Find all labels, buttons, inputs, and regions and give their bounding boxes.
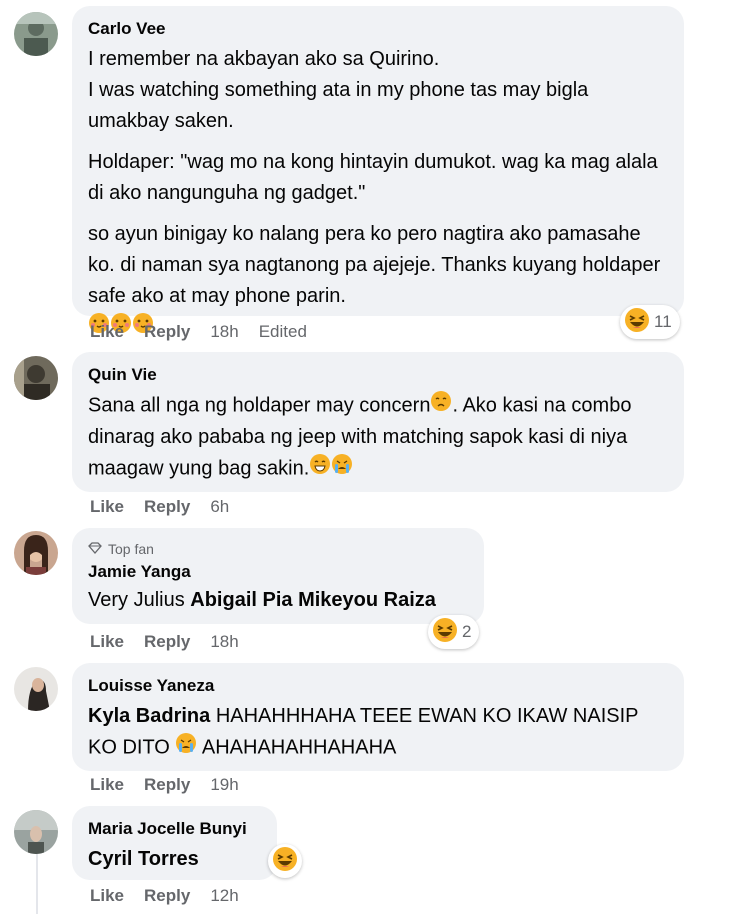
- like-button[interactable]: Like: [90, 322, 124, 342]
- comment-actions: Like Reply 19h: [90, 775, 259, 795]
- reply-button[interactable]: Reply: [144, 775, 190, 795]
- edited-label[interactable]: Edited: [259, 322, 307, 342]
- comment-author[interactable]: Jamie Yanga: [88, 561, 468, 583]
- mention-link[interactable]: Kyla Badrina: [88, 705, 210, 727]
- comment-author[interactable]: Louisse Yaneza: [88, 675, 668, 697]
- comment-text: Very Julius Abigail Pia Mikeyou Raiza: [88, 585, 468, 616]
- mention-link[interactable]: Abigail Pia Mikeyou Raiza: [190, 589, 436, 611]
- comment-text: Holdaper: "wag mo na kong hintayin dumuk…: [88, 151, 658, 204]
- reply-button[interactable]: Reply: [144, 886, 190, 906]
- diamond-icon: [88, 540, 102, 558]
- comment-text-body: Sana all nga ng holdaper may concern: [88, 394, 431, 417]
- timestamp[interactable]: 18h: [210, 322, 238, 342]
- timestamp[interactable]: 6h: [210, 497, 229, 517]
- comment-text: I remember na akbayan ako sa Quirino. I …: [88, 48, 589, 132]
- crying-emoji-icon: [331, 453, 353, 485]
- mention-link[interactable]: Cyril Torres: [88, 848, 199, 870]
- comment-text: Kyla Badrina HAHAHHHAHA TEEE EWAN KO IKA…: [88, 701, 668, 764]
- like-button[interactable]: Like: [90, 886, 124, 906]
- avatar[interactable]: [14, 12, 58, 56]
- comment-text-body: so ayun binigay ko nalang pera ko pero n…: [88, 223, 661, 307]
- reaction-number: 11: [654, 312, 672, 331]
- reply-button[interactable]: Reply: [144, 322, 190, 342]
- like-button[interactable]: Like: [90, 632, 124, 652]
- comment-text: Sana all nga ng holdaper may concern. Ak…: [88, 390, 668, 485]
- comment-bubble: Maria Jocelle Bunyi Cyril Torres: [72, 806, 277, 880]
- comment-text: Cyril Torres: [88, 844, 261, 875]
- reaction-count[interactable]: 2: [428, 615, 480, 649]
- reaction-count[interactable]: 11: [620, 305, 680, 339]
- reply-button[interactable]: Reply: [144, 632, 190, 652]
- crying-emoji-icon: [175, 732, 197, 764]
- comment-author[interactable]: Maria Jocelle Bunyi: [88, 818, 261, 840]
- laughing-emoji-icon: [432, 617, 458, 648]
- comment-author[interactable]: Carlo Vee: [88, 18, 668, 40]
- comment-actions: Like Reply 12h: [90, 886, 259, 906]
- avatar[interactable]: [14, 531, 58, 575]
- top-fan-badge: Top fan: [88, 540, 468, 558]
- top-fan-label: Top fan: [108, 541, 154, 557]
- reply-button[interactable]: Reply: [144, 497, 190, 517]
- laughing-emoji-icon: [272, 846, 298, 877]
- reaction-number: 2: [462, 622, 472, 641]
- avatar[interactable]: [14, 810, 58, 854]
- comment-actions: Like Reply 6h: [90, 497, 249, 517]
- laughing-emoji-icon: [624, 307, 650, 338]
- comment-bubble: Louisse Yaneza Kyla Badrina HAHAHHHAHA T…: [72, 663, 684, 771]
- avatar[interactable]: [14, 667, 58, 711]
- like-button[interactable]: Like: [90, 497, 124, 517]
- comment-actions: Like Reply 18h: [90, 632, 259, 652]
- thread-line: [36, 854, 38, 914]
- comment-author[interactable]: Quin Vie: [88, 364, 668, 386]
- comment-bubble: Top fan Jamie Yanga Very Julius Abigail …: [72, 528, 484, 624]
- sad-emoji-icon: [430, 390, 452, 422]
- timestamp[interactable]: 19h: [210, 775, 238, 795]
- comment-bubble: Carlo Vee I remember na akbayan ako sa Q…: [72, 6, 684, 333]
- timestamp[interactable]: 12h: [210, 886, 238, 906]
- comment-bubble: Quin Vie Sana all nga ng holdaper may co…: [72, 352, 684, 492]
- comment-text-body: Very Julius: [88, 589, 191, 611]
- timestamp[interactable]: 18h: [210, 632, 238, 652]
- comment-actions: Like Reply 18h Edited: [90, 322, 307, 342]
- avatar[interactable]: [14, 356, 58, 400]
- like-button[interactable]: Like: [90, 775, 124, 795]
- comment-text-body: AHAHAHAHHAHAHA: [197, 736, 397, 759]
- reaction-count[interactable]: [268, 844, 302, 878]
- grin-sweat-emoji-icon: [309, 453, 331, 485]
